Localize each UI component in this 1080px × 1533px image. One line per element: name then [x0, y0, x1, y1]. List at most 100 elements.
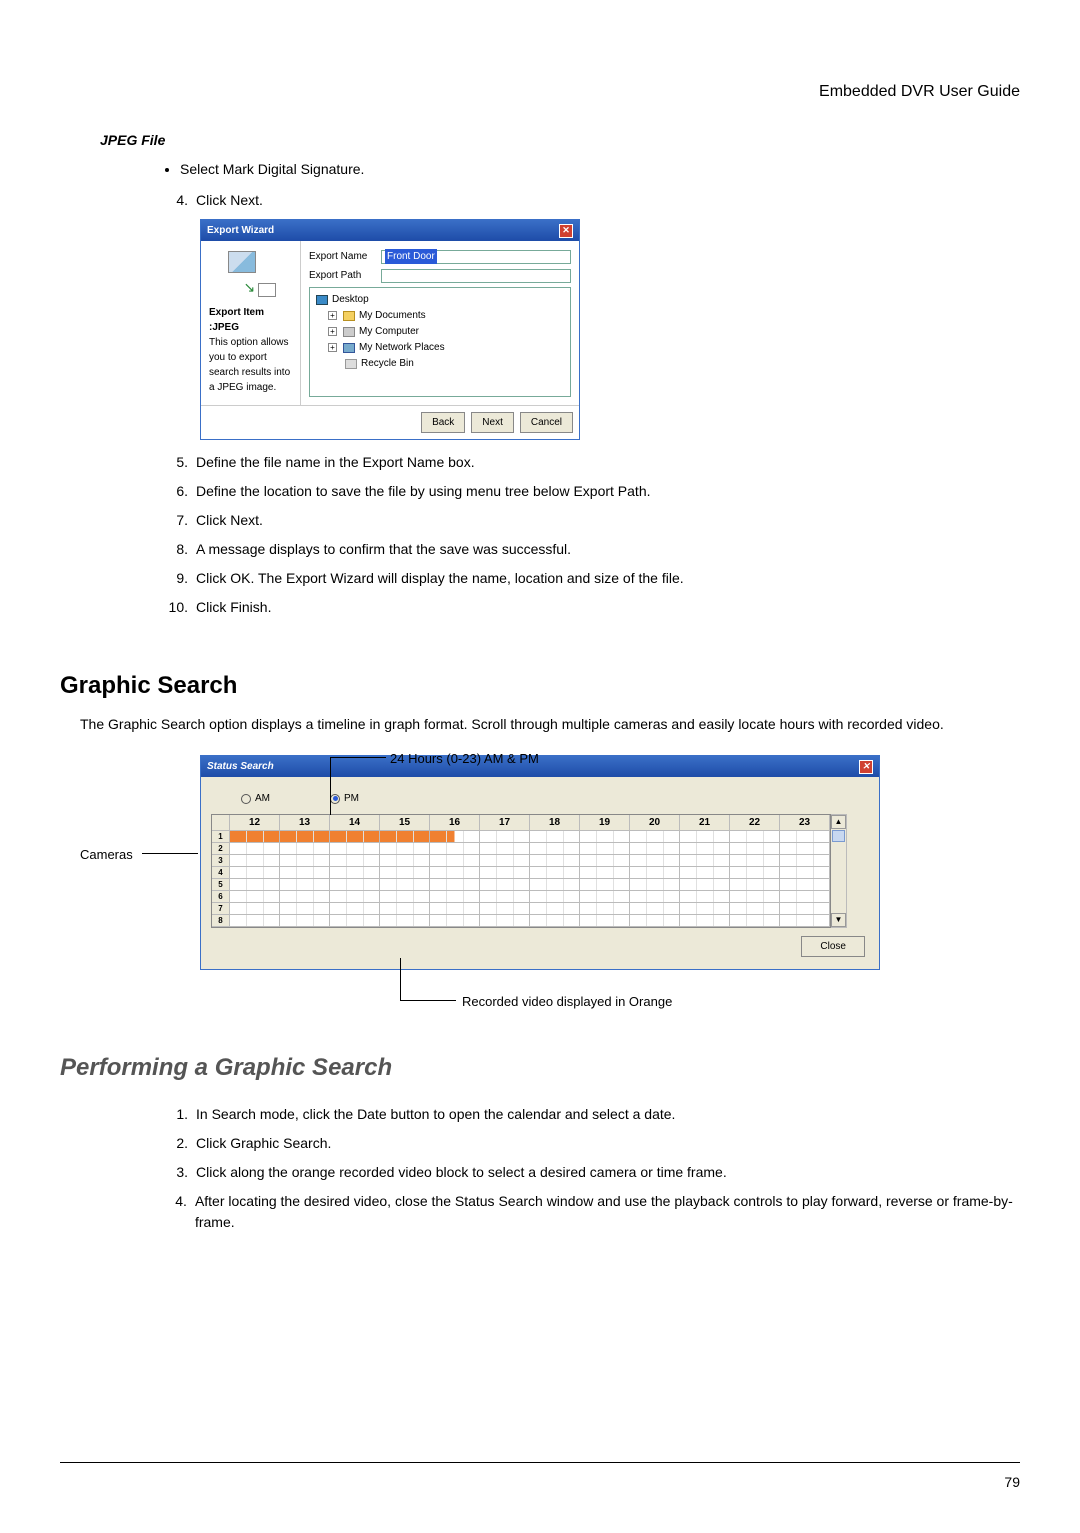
close-icon[interactable]: ✕ — [559, 224, 573, 238]
hour-header: 22 — [730, 815, 780, 831]
camera-row[interactable]: 5 — [212, 879, 830, 891]
status-search-screenshot: Status Search ✕ AM PM 12 13 14 15 16 17 — [200, 755, 880, 970]
graphic-search-intro: The Graphic Search option displays a tim… — [80, 714, 1020, 735]
pm-radio[interactable]: PM — [330, 791, 359, 806]
hour-header: 23 — [780, 815, 830, 831]
instruction-step: 4. Click Next. — [160, 190, 1020, 211]
graphic-search-heading: Graphic Search — [60, 668, 1020, 704]
camera-row[interactable]: 8 — [212, 915, 830, 927]
step-number: 6. — [160, 481, 188, 502]
camera-label: 7 — [212, 903, 230, 915]
export-name-label: Export Name — [309, 249, 381, 264]
radio-icon — [241, 794, 251, 804]
tree-item-computer[interactable]: +My Computer — [328, 324, 564, 339]
bullet-item: Select Mark Digital Signature. — [180, 159, 1020, 180]
instruction-step: 4. After locating the desired video, clo… — [160, 1191, 1020, 1233]
hour-header: 13 — [280, 815, 330, 831]
step-text: Define the file name in the Export Name … — [196, 452, 475, 473]
computer-icon — [343, 327, 355, 337]
step-text: Click along the orange recorded video bl… — [196, 1162, 727, 1183]
step-text: Click Finish. — [196, 597, 271, 618]
instruction-step: 3. Click along the orange recorded video… — [160, 1162, 1020, 1183]
camera-row[interactable]: 1 — [212, 831, 830, 843]
camera-row[interactable]: 3 — [212, 855, 830, 867]
wizard-title: Export Wizard — [207, 223, 274, 238]
instruction-step: 7. Click Next. — [160, 510, 1020, 531]
jpeg-file-heading: JPEG File — [100, 130, 1020, 151]
instruction-step: 2. Click Graphic Search. — [160, 1133, 1020, 1154]
step-number: 7. — [160, 510, 188, 531]
instruction-step: 5. Define the file name in the Export Na… — [160, 452, 1020, 473]
plus-icon[interactable]: + — [328, 327, 337, 336]
step-text: Click OK. The Export Wizard will display… — [196, 568, 684, 589]
camera-row[interactable]: 4 — [212, 867, 830, 879]
close-icon[interactable]: ✕ — [859, 760, 873, 774]
step-number: 9. — [160, 568, 188, 589]
step-text: Click Graphic Search. — [196, 1133, 331, 1154]
hour-header: 12 — [230, 815, 280, 831]
radio-icon — [330, 794, 340, 804]
tree-item-recyclebin[interactable]: Recycle Bin — [328, 356, 564, 371]
step-number: 8. — [160, 539, 188, 560]
camera-label: 8 — [212, 915, 230, 927]
step-text: After locating the desired video, close … — [195, 1191, 1020, 1233]
tree-item-network[interactable]: +My Network Places — [328, 340, 564, 355]
export-path-label: Export Path — [309, 268, 381, 283]
scrollbar[interactable]: ▲ ▼ — [831, 814, 847, 928]
step-text: A message displays to confirm that the s… — [196, 539, 571, 560]
camera-label: 1 — [212, 831, 230, 843]
am-radio[interactable]: AM — [241, 791, 270, 806]
camera-row[interactable]: 2 — [212, 843, 830, 855]
plus-icon[interactable]: + — [328, 343, 337, 352]
instruction-step: 1. In Search mode, click the Date button… — [160, 1104, 1020, 1125]
scroll-down-icon[interactable]: ▼ — [831, 913, 846, 927]
step-number: 4. — [160, 190, 188, 211]
instruction-step: 6. Define the location to save the file … — [160, 481, 1020, 502]
step-text: Define the location to save the file by … — [196, 481, 651, 502]
performing-heading: Performing a Graphic Search — [60, 1050, 1020, 1086]
camera-label: 2 — [212, 843, 230, 855]
step-number: 5. — [160, 452, 188, 473]
timeline-grid[interactable]: 12 13 14 15 16 17 18 19 20 21 22 23 — [211, 814, 831, 928]
recyclebin-icon — [345, 359, 357, 369]
camera-label: 3 — [212, 855, 230, 867]
scroll-up-icon[interactable]: ▲ — [831, 815, 846, 829]
hour-header: 14 — [330, 815, 380, 831]
folder-icon — [343, 311, 355, 321]
step-text: Click Next. — [196, 190, 263, 211]
export-wizard-screenshot: Export Wizard ✕ ↘ Export Item :JPEG This… — [200, 219, 580, 440]
callout-cameras: Cameras — [80, 845, 133, 865]
export-name-field[interactable]: Front Door — [381, 250, 571, 264]
hour-header: 19 — [580, 815, 630, 831]
scroll-thumb[interactable] — [832, 830, 845, 842]
step-text: In Search mode, click the Date button to… — [196, 1104, 675, 1125]
plus-icon[interactable]: + — [328, 311, 337, 320]
camera-label: 4 — [212, 867, 230, 879]
step-text: Click Next. — [196, 510, 263, 531]
export-name-value: Front Door — [385, 249, 437, 264]
page-header: Embedded DVR User Guide — [819, 80, 1020, 104]
export-icon: ↘ — [226, 249, 276, 299]
back-button[interactable]: Back — [421, 412, 465, 433]
instruction-step: 9. Click OK. The Export Wizard will disp… — [160, 568, 1020, 589]
camera-row[interactable]: 6 — [212, 891, 830, 903]
cancel-button[interactable]: Cancel — [520, 412, 573, 433]
export-item-desc: This option allows you to export search … — [209, 335, 292, 395]
callout-hours: 24 Hours (0-23) AM & PM — [390, 749, 539, 769]
camera-row[interactable]: 7 — [212, 903, 830, 915]
page-number: 79 — [1004, 1472, 1020, 1493]
export-path-field[interactable] — [381, 269, 571, 283]
instruction-step: 8. A message displays to confirm that th… — [160, 539, 1020, 560]
network-icon — [343, 343, 355, 353]
tree-item-desktop[interactable]: Desktop — [316, 292, 564, 307]
camera-label: 5 — [212, 879, 230, 891]
tree-item-documents[interactable]: +My Documents — [328, 308, 564, 323]
hour-header: 18 — [530, 815, 580, 831]
export-item-title: Export Item :JPEG — [209, 305, 292, 335]
step-number: 2. — [160, 1133, 188, 1154]
next-button[interactable]: Next — [471, 412, 514, 433]
close-button[interactable]: Close — [801, 936, 865, 957]
callout-recorded: Recorded video displayed in Orange — [462, 992, 672, 1012]
hour-header: 21 — [680, 815, 730, 831]
export-path-tree[interactable]: Desktop +My Documents +My Computer +My N… — [309, 287, 571, 397]
